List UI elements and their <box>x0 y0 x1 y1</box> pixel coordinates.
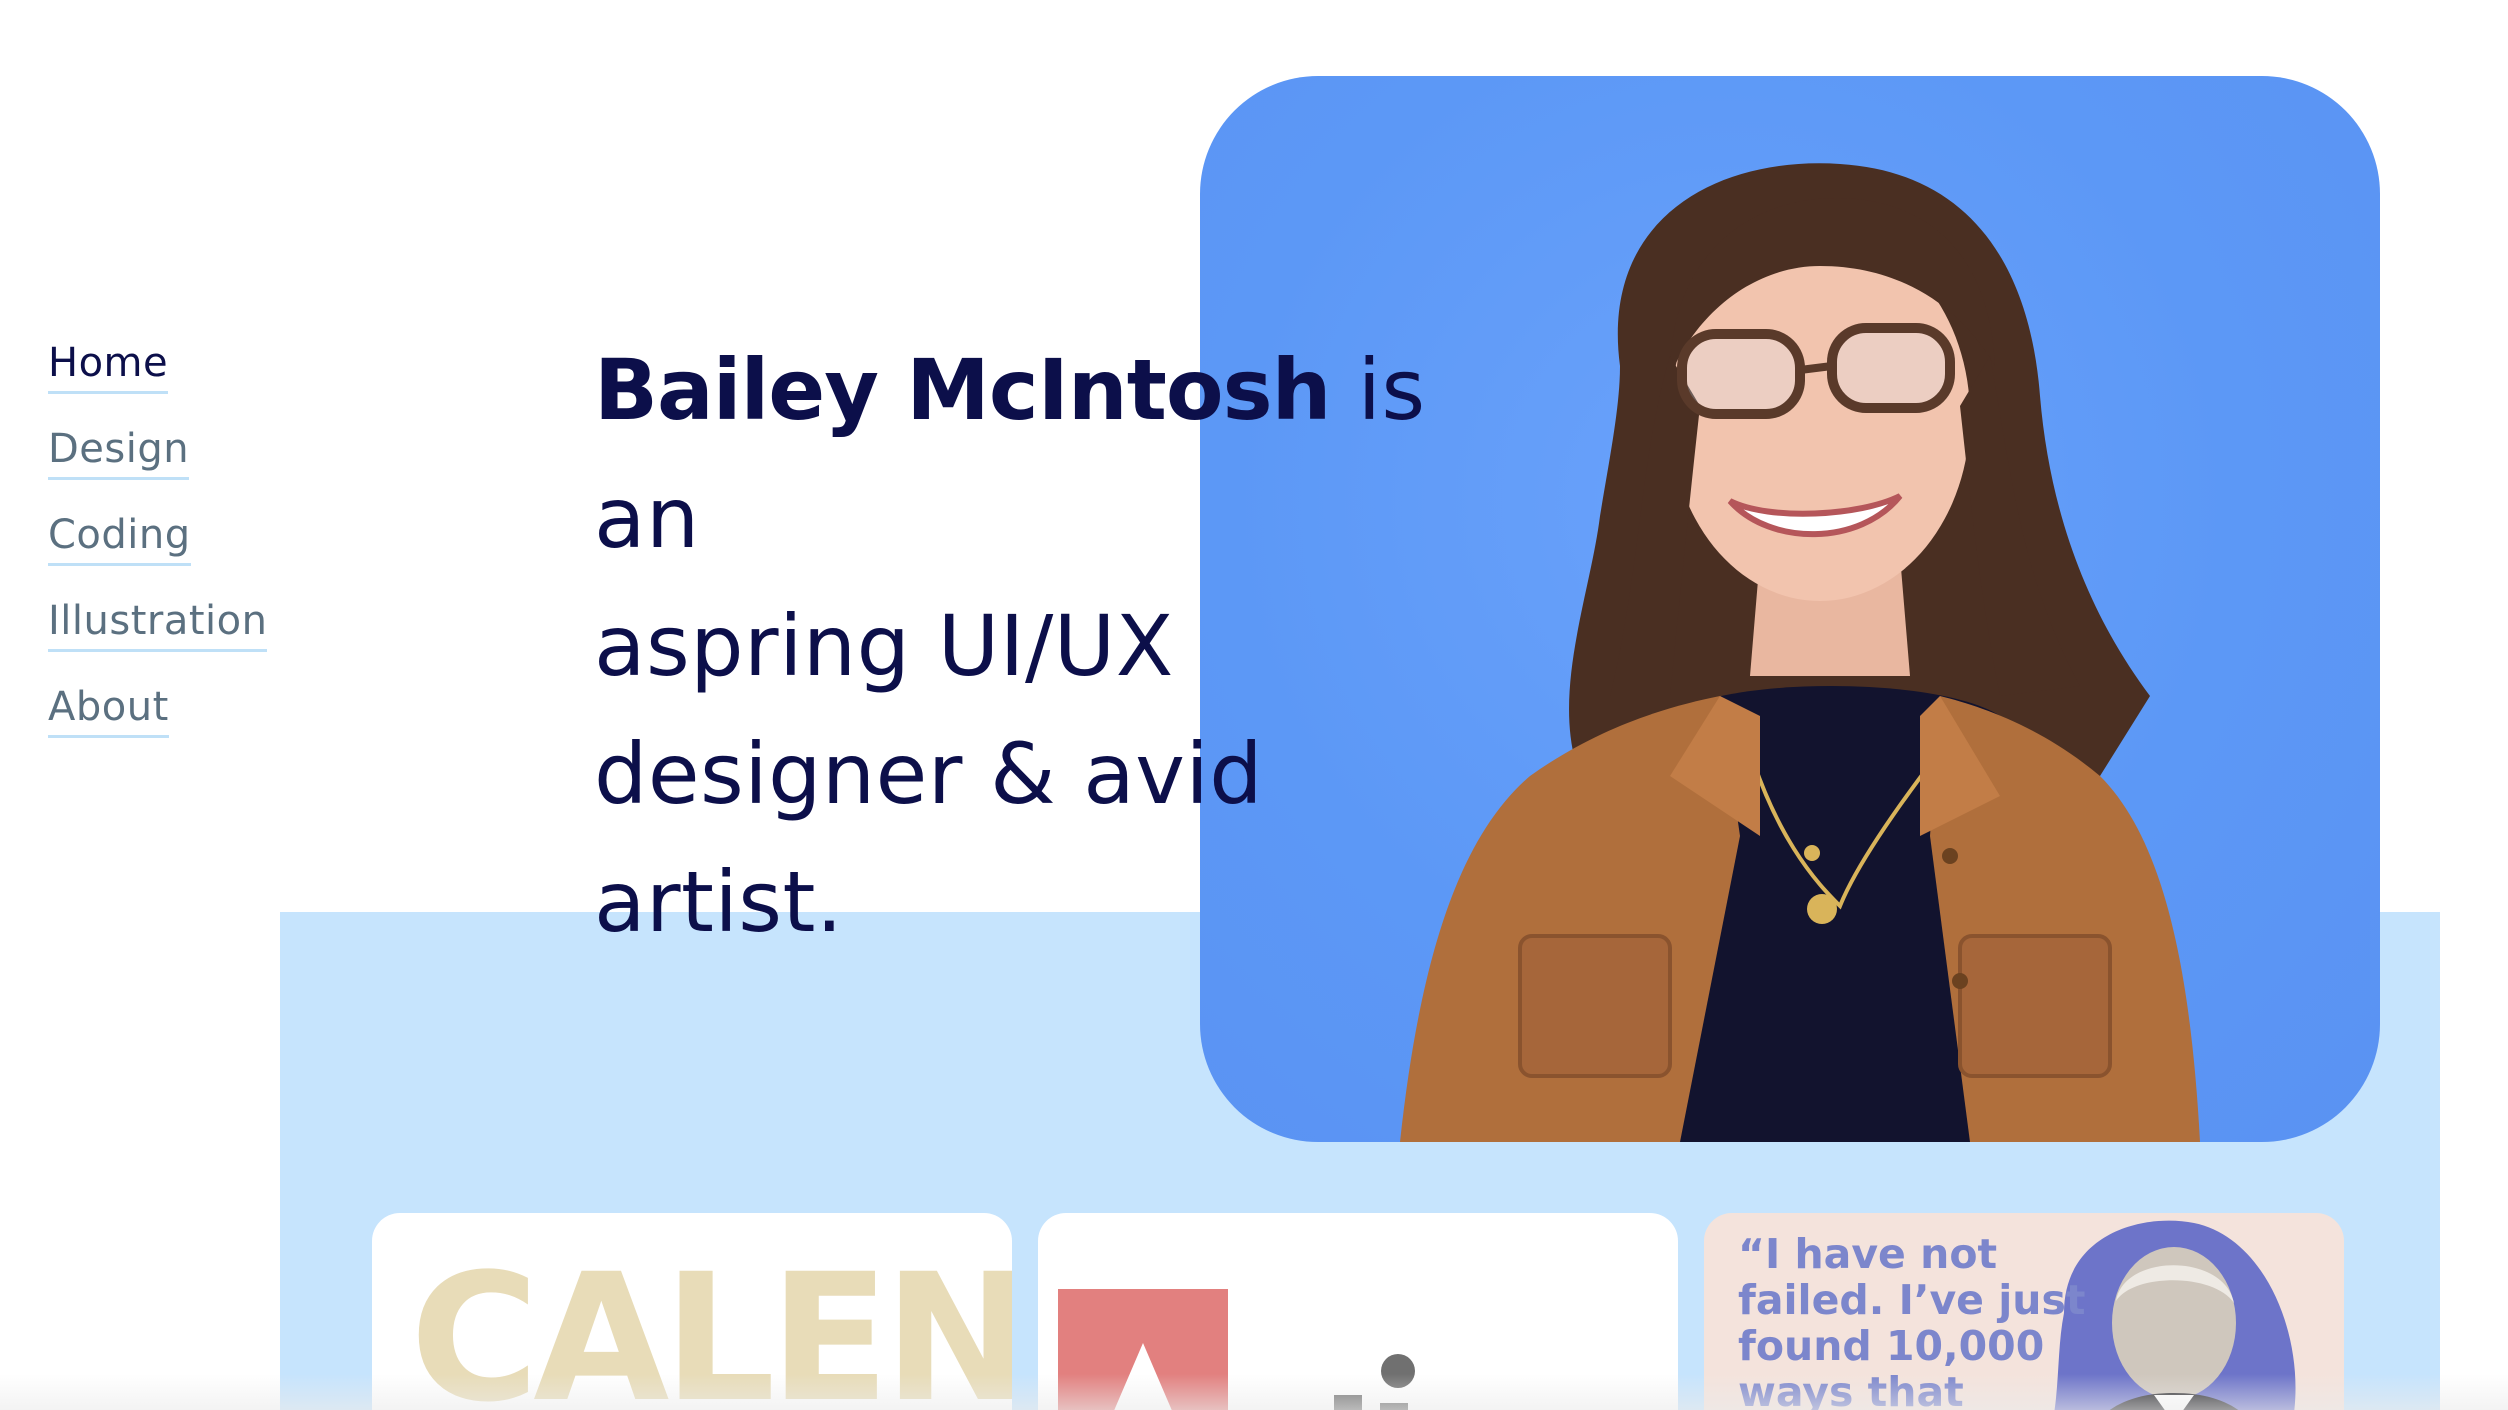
quote-text: “I have not failed. I’ve just found 10,0… <box>1738 1230 2086 1410</box>
hero-line2: aspring UI/UX <box>594 597 1174 695</box>
nav-design-link[interactable]: Design <box>48 422 190 480</box>
nav-coding-link[interactable]: Coding <box>48 508 191 566</box>
calendar-project-title: CALEN <box>410 1236 1012 1410</box>
project-card-app[interactable] <box>1038 1213 1678 1410</box>
project-card-calendar[interactable]: CALEN <box>372 1213 1012 1410</box>
nav-about-link[interactable]: About <box>48 680 169 738</box>
main-nav: Home Design Coding Illustration About <box>48 336 268 738</box>
nav-illustration-link[interactable]: Illustration <box>48 594 268 652</box>
app-project-thumbnail <box>1058 1289 1415 1410</box>
hero-intro-text: Bailey McIntosh is an aspring UI/UX desi… <box>594 326 1494 966</box>
hero-name: Bailey McIntosh <box>594 341 1331 439</box>
nav-home-link[interactable]: Home <box>48 336 169 394</box>
project-card-quote[interactable]: “I have not failed. I’ve just found 10,0… <box>1704 1213 2344 1410</box>
portfolio-page: Home Design Coding Illustration About Ba… <box>0 0 2508 1410</box>
hero-line3: designer & avid artist. <box>594 725 1264 951</box>
